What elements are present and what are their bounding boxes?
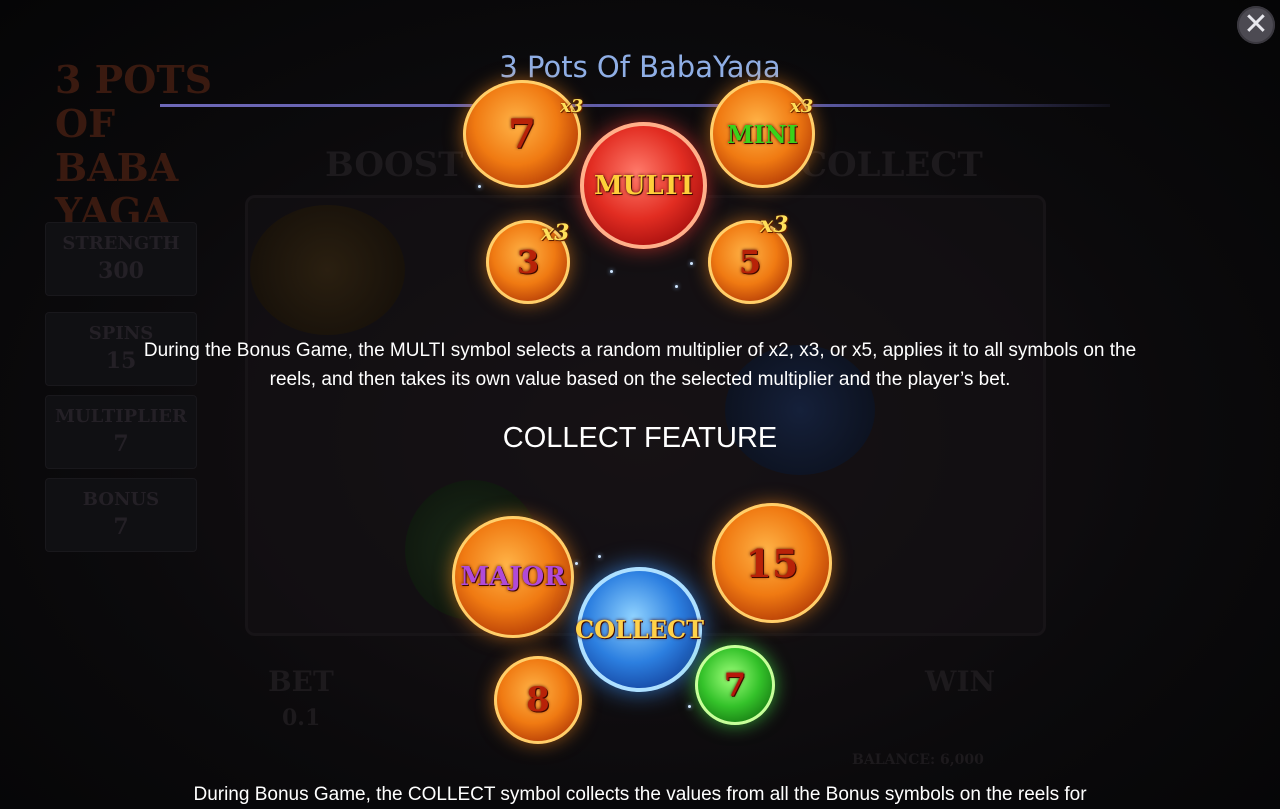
title-divider: [160, 104, 1110, 107]
win-label: WIN: [925, 665, 996, 698]
coin-value: 7: [508, 110, 536, 158]
sparkle: [688, 705, 691, 708]
bet-value: 0.1: [282, 705, 321, 731]
side-panel: BONUS 7: [45, 478, 197, 552]
coin-value: 15: [745, 540, 799, 586]
sparkle: [478, 185, 481, 188]
multiplier-label: x3: [541, 220, 570, 246]
coin-value: 7: [723, 666, 747, 704]
coin-value: 8: [526, 680, 550, 720]
bet-label: BET: [268, 665, 334, 698]
side-panel-label: STRENGTH: [62, 233, 180, 254]
dialog-title: 3 Pots Of BabaYaga: [499, 50, 781, 84]
multiplier-label: x3: [760, 212, 789, 238]
multiplier-label: x3: [790, 96, 814, 117]
coin-collect: COLLECT: [575, 567, 705, 692]
boost-label: BOOST: [325, 145, 464, 185]
side-panel-label: BONUS: [82, 489, 160, 510]
sparkle: [690, 262, 693, 265]
coin-value-15: 15: [712, 503, 832, 623]
balance-text: BALANCE: 6,000: [852, 752, 984, 768]
side-panel: STRENGTH 300: [45, 222, 197, 296]
multi-description: During the Bonus Game, the MULTI symbol …: [143, 340, 1137, 390]
collect-description: During Bonus Game, the COLLECT symbol co…: [193, 784, 1087, 805]
multiplier-label: x3: [560, 96, 584, 117]
sparkle: [598, 555, 601, 558]
sparkle: [675, 285, 678, 288]
coin-multi: MULTI: [580, 122, 707, 249]
collect-feature-heading: COLLECT FEATURE: [502, 422, 778, 454]
coin-label: MAJOR: [460, 562, 566, 592]
collect-label: COLLECT: [800, 145, 983, 185]
coin-label: MINI: [727, 119, 798, 149]
side-panel-value: 7: [113, 514, 129, 540]
background-orb: [250, 205, 405, 335]
coin-value-8: 8: [494, 656, 582, 744]
sparkle: [610, 270, 613, 273]
close-button[interactable]: ✕: [1237, 6, 1275, 44]
coin-label: MULTI: [593, 170, 694, 201]
coin-value-7-green: 7: [695, 645, 775, 725]
side-panel-value: 300: [98, 258, 144, 284]
game-logo: 3 POTS OF BABA YAGA: [55, 57, 213, 234]
coin-major: MAJOR: [452, 516, 574, 638]
close-icon: ✕: [1243, 7, 1269, 42]
sparkle: [575, 562, 578, 565]
coin-value: 3: [516, 243, 540, 281]
coin-label: COLLECT: [575, 615, 705, 644]
coin-value: 5: [738, 243, 762, 281]
